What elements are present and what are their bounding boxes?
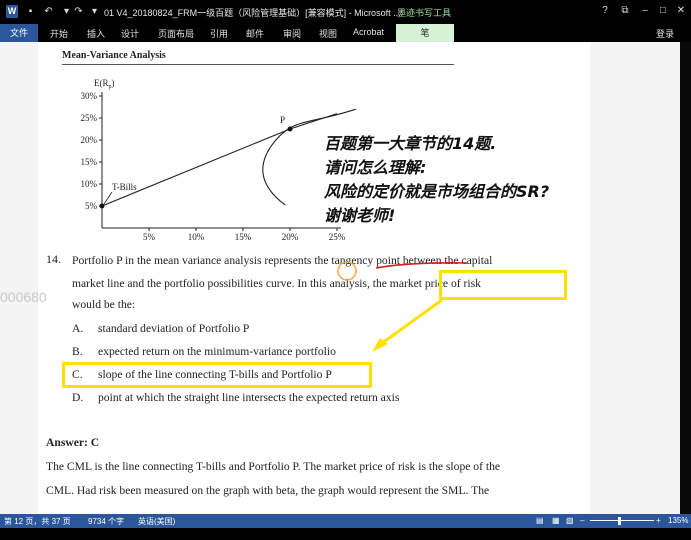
sign-in-link[interactable]: 登录 bbox=[656, 27, 674, 40]
x-tick-label: 20% bbox=[282, 232, 299, 240]
explanation-line: CML. Had risk been measured on the graph… bbox=[46, 484, 490, 497]
ink-tools-header: 墨迹书写工具 bbox=[397, 8, 452, 18]
close-button[interactable]: ✕ bbox=[674, 5, 688, 16]
option-a-letter: A. bbox=[72, 322, 84, 335]
y-tick-label: 10% bbox=[81, 179, 98, 189]
tab-review[interactable]: 审阅 bbox=[283, 27, 301, 40]
highlight-box-option-c bbox=[62, 362, 372, 388]
page-count[interactable]: 第 12 页，共 37 页 bbox=[4, 516, 71, 527]
view-print-icon[interactable]: ▦ bbox=[552, 516, 560, 525]
tab-file[interactable]: 文件 bbox=[0, 24, 38, 42]
word-window: W ▪ ↶ ▾ ↷ ▾ 01 V4_20180824_FRM一级百题（风险管理基… bbox=[0, 0, 691, 540]
section-rule bbox=[62, 64, 454, 65]
note-line: 百题第一大章节的14题. bbox=[324, 134, 497, 153]
language[interactable]: 英语(美国) bbox=[138, 516, 175, 527]
portfolio-p-point bbox=[287, 126, 293, 132]
question-text-line: market line and the portfolio possibilit… bbox=[72, 277, 481, 290]
x-tick-label: 25% bbox=[329, 232, 346, 240]
bottom-strip bbox=[0, 528, 691, 540]
view-read-icon[interactable]: ▤ bbox=[536, 516, 544, 525]
tab-page-layout[interactable]: 页面布局 bbox=[158, 27, 194, 40]
option-b-text: expected return on the minimum-variance … bbox=[98, 345, 336, 358]
question-text-line: would be the: bbox=[72, 298, 136, 311]
y-tick-label: 15% bbox=[81, 157, 98, 167]
y-axis-label: E(Rp) bbox=[94, 78, 115, 90]
chart-axes bbox=[101, 92, 341, 229]
title-bar: W ▪ ↶ ▾ ↷ ▾ 01 V4_20180824_FRM一级百题（风险管理基… bbox=[0, 0, 691, 24]
zoom-slider[interactable] bbox=[590, 520, 654, 521]
option-d-text: point at which the straight line interse… bbox=[98, 391, 400, 404]
tab-view[interactable]: 视图 bbox=[319, 27, 337, 40]
word-count[interactable]: 9734 个字 bbox=[88, 516, 124, 527]
maximize-button[interactable]: □ bbox=[656, 5, 670, 16]
tab-pen[interactable]: 笔 bbox=[396, 24, 454, 42]
note-line: 请问怎么理解: bbox=[324, 158, 427, 177]
x-tick-label: 5% bbox=[143, 232, 156, 240]
save-icon[interactable]: ▪ bbox=[24, 5, 37, 18]
redo-icon[interactable]: ↷ bbox=[72, 5, 85, 18]
y-tick-label: 20% bbox=[81, 135, 98, 145]
undo-icon[interactable]: ↶ bbox=[42, 5, 55, 18]
tab-insert[interactable]: 插入 bbox=[87, 27, 105, 40]
chart-ticks: 5% 10% 15% 20% 25% 30% 5% 10% 15% 20% 25% bbox=[81, 91, 346, 240]
t-bills-label: T-Bills bbox=[112, 182, 137, 192]
section-title: Mean-Variance Analysis bbox=[62, 50, 166, 61]
view-web-icon[interactable]: ▧ bbox=[566, 516, 574, 525]
answer-label: Answer: C bbox=[46, 436, 100, 449]
question-text-line: Portfolio P in the mean variance analysi… bbox=[72, 254, 493, 267]
ribbon-display-button[interactable]: ⧉ bbox=[618, 5, 632, 16]
watermark: 000680 bbox=[0, 289, 47, 305]
tab-references[interactable]: 引用 bbox=[210, 27, 228, 40]
tab-design[interactable]: 设计 bbox=[121, 27, 139, 40]
tab-home[interactable]: 开始 bbox=[50, 27, 68, 40]
minimize-button[interactable]: – bbox=[638, 5, 652, 16]
ribbon-tabs: 文件 开始 插入 设计 页面布局 引用 邮件 审阅 视图 Acrobat 笔 登… bbox=[0, 24, 691, 42]
zoom-slider-thumb[interactable] bbox=[618, 517, 621, 525]
vertical-scrollbar[interactable] bbox=[680, 42, 691, 514]
y-tick-label: 30% bbox=[81, 91, 98, 101]
help-button[interactable]: ? bbox=[598, 5, 612, 16]
tab-mailings[interactable]: 邮件 bbox=[246, 27, 264, 40]
tab-acrobat[interactable]: Acrobat bbox=[353, 27, 384, 37]
note-line: 风险的定价就是市场组合的SR? bbox=[324, 182, 550, 201]
handwritten-question-note: 百题第一大章节的14题. 请问怎么理解: 风险的定价就是市场组合的SR? 谢谢老… bbox=[324, 132, 664, 228]
explanation-line: The CML is the line connecting T-bills a… bbox=[46, 460, 501, 473]
option-a-text: standard deviation of Portfolio P bbox=[98, 322, 250, 335]
portfolio-p-label: P bbox=[280, 115, 285, 125]
option-b-letter: B. bbox=[72, 345, 83, 358]
y-tick-label: 25% bbox=[81, 113, 98, 123]
highlight-box-market-price bbox=[439, 270, 567, 300]
zoom-in-button[interactable]: + bbox=[656, 516, 661, 525]
chart-series bbox=[101, 108, 356, 207]
t-bills-point bbox=[99, 203, 105, 209]
status-bar: 第 12 页，共 37 页 9734 个字 英语(美国) ▤ ▦ ▧ – + 1… bbox=[0, 514, 691, 528]
capital-market-line bbox=[101, 113, 338, 207]
note-line: 谢谢老师! bbox=[324, 206, 396, 225]
customize-qat-icon[interactable]: ▾ bbox=[88, 5, 101, 18]
question-number: 14. bbox=[46, 252, 61, 266]
option-d-letter: D. bbox=[72, 391, 84, 404]
word-logo-icon: W bbox=[6, 5, 18, 18]
zoom-out-button[interactable]: – bbox=[580, 516, 584, 525]
x-tick-label: 10% bbox=[188, 232, 205, 240]
zoom-level[interactable]: 135% bbox=[668, 516, 688, 525]
y-tick-label: 5% bbox=[85, 201, 98, 211]
x-tick-label: 15% bbox=[235, 232, 252, 240]
document-title: 01 V4_20180824_FRM一级百题（风险管理基础）[兼容模式] - M… bbox=[104, 8, 401, 18]
